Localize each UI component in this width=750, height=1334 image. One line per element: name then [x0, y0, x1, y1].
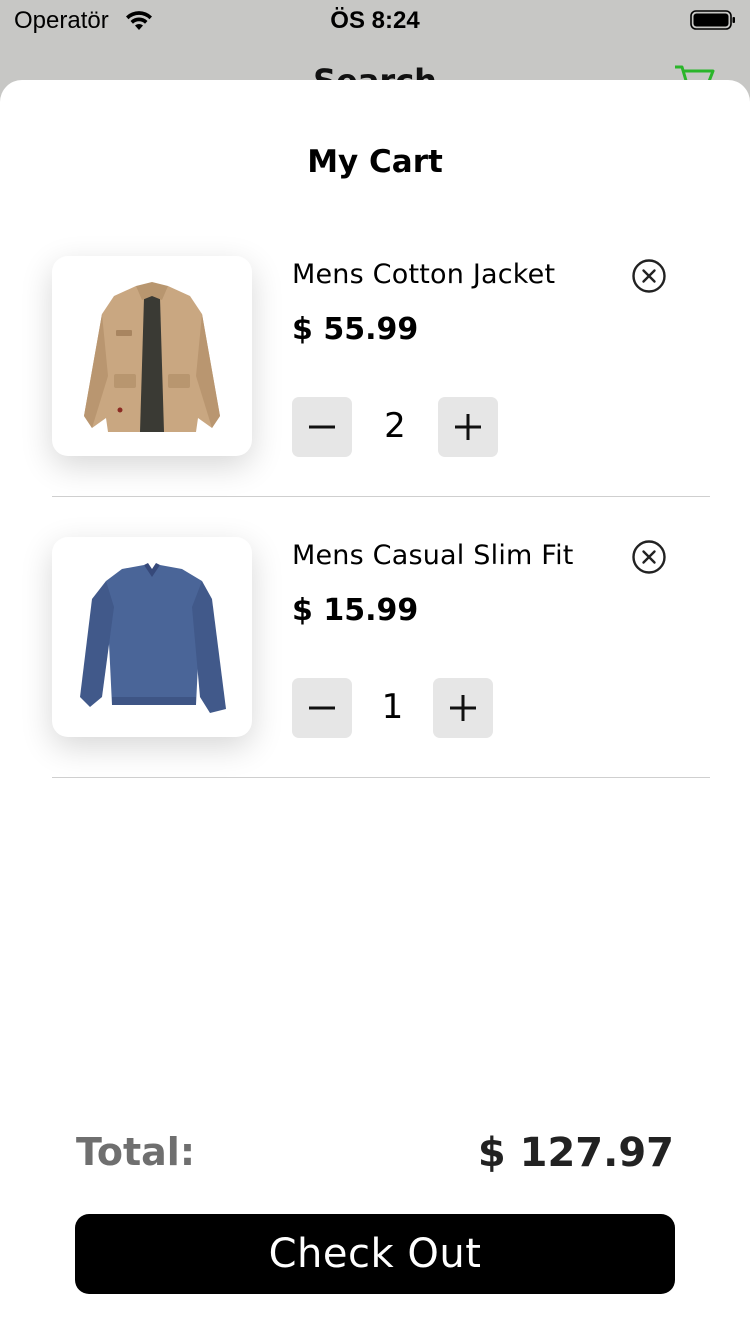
- product-name: Mens Casual Slim Fit: [292, 540, 574, 571]
- decrease-quantity-button[interactable]: [292, 397, 352, 457]
- status-bar: Operatör ÖS 8:24: [0, 0, 750, 40]
- cart-item: Mens Cotton Jacket $ 55.99 2: [0, 256, 750, 497]
- total-value: $ 127.97: [477, 1130, 674, 1176]
- jacket-image: [84, 282, 220, 432]
- minus-icon: [309, 706, 335, 710]
- product-name: Mens Cotton Jacket: [292, 259, 556, 290]
- plus-icon: [455, 414, 481, 440]
- remove-item-icon[interactable]: [632, 259, 666, 293]
- decrease-quantity-button[interactable]: [292, 678, 352, 738]
- product-price: $ 55.99: [292, 312, 419, 347]
- item-divider: [52, 496, 710, 497]
- checkout-button[interactable]: Check Out: [75, 1214, 675, 1294]
- increase-quantity-button[interactable]: [433, 678, 493, 738]
- plus-icon: [450, 695, 476, 721]
- increase-quantity-button[interactable]: [438, 397, 498, 457]
- item-divider: [52, 777, 710, 778]
- quantity-value: 2: [384, 406, 406, 446]
- tshirt-image: [80, 563, 226, 713]
- product-thumbnail[interactable]: [52, 537, 252, 737]
- cart-sheet: My Cart Mens Cotton Jacket $ 55.99 2 Men…: [0, 80, 750, 1334]
- sheet-title: My Cart: [307, 144, 443, 180]
- battery-icon: [690, 10, 735, 30]
- total-label: Total:: [76, 1130, 196, 1174]
- product-thumbnail[interactable]: [52, 256, 252, 456]
- cart-item: Mens Casual Slim Fit $ 15.99 1: [0, 537, 750, 778]
- minus-icon: [309, 425, 335, 429]
- product-price: $ 15.99: [292, 593, 419, 628]
- remove-item-icon[interactable]: [632, 540, 666, 574]
- clock: ÖS 8:24: [330, 7, 420, 34]
- quantity-value: 1: [381, 687, 404, 727]
